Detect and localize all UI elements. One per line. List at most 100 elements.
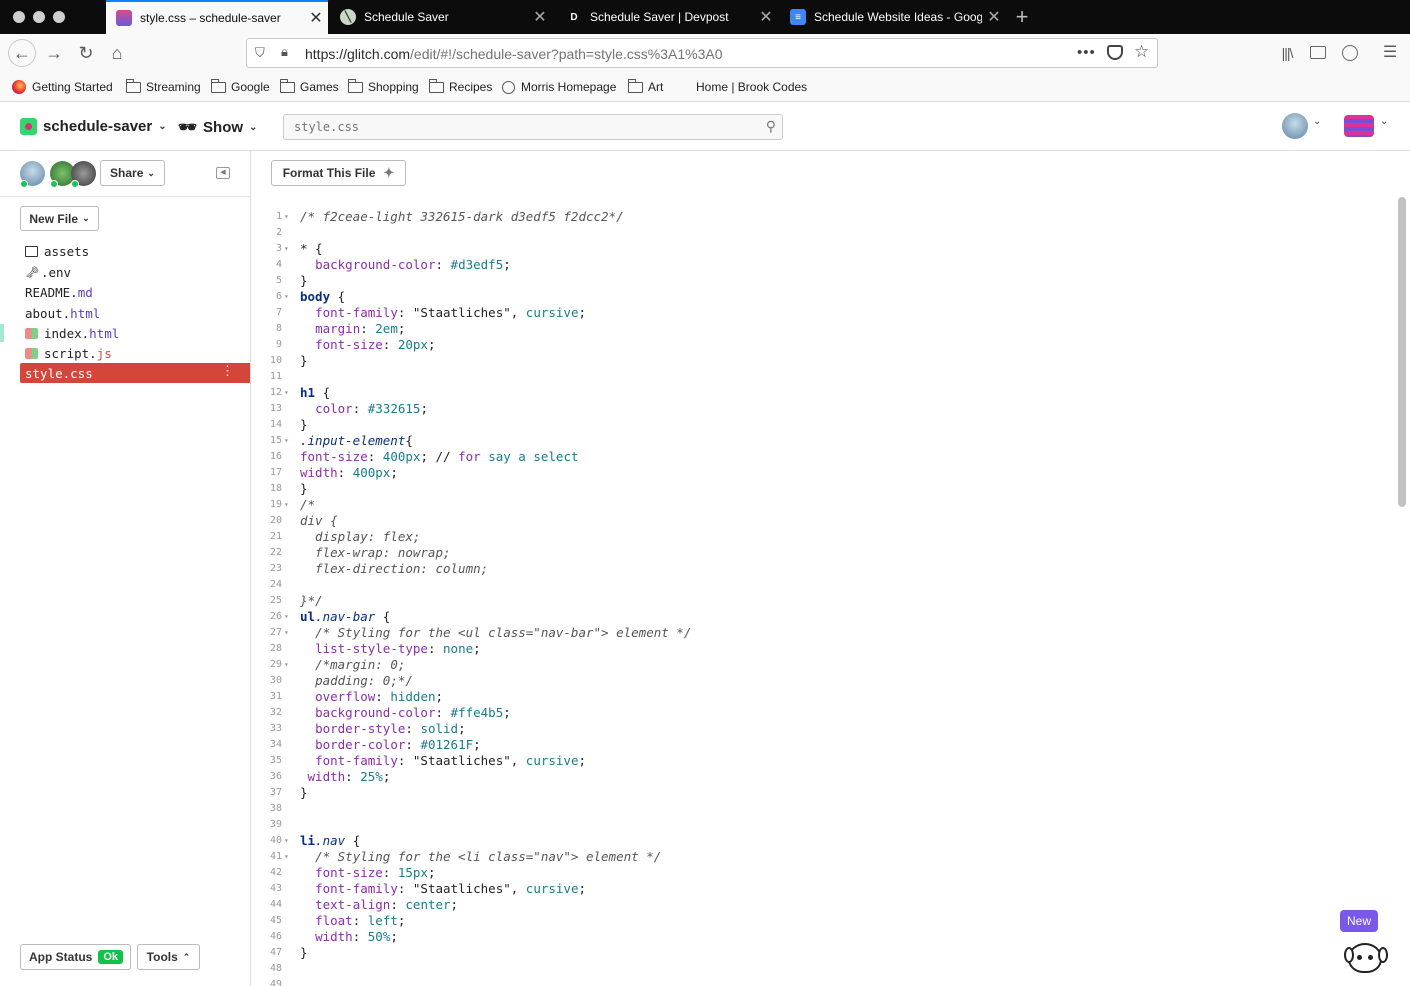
bookmark-shopping[interactable]: Shopping (348, 78, 419, 94)
bookmark-streaming[interactable]: Streaming (126, 78, 201, 94)
code-line[interactable]: 32 background-color: #ffe4b5; (251, 705, 1391, 721)
show-button[interactable]: 🕶︎ Show ⌄ (178, 118, 257, 137)
reload-icon[interactable]: ↻ (74, 41, 98, 65)
project-menu-button[interactable]: schedule-saver ⌄ (20, 118, 167, 135)
close-tab-icon[interactable]: ✕ (982, 7, 1006, 27)
code-line[interactable]: 2 (251, 225, 1391, 241)
code-line[interactable]: 7 font-family: "Staatliches", cursive; (251, 305, 1391, 321)
file-search-box[interactable]: ⚲ (283, 114, 783, 140)
code-line[interactable]: 26 ▾ ul.nav-bar { (251, 609, 1391, 625)
code-line[interactable]: 33 border-style: solid; (251, 721, 1391, 737)
bookmark-google[interactable]: Google (211, 78, 270, 94)
code-line[interactable]: 12 ▾ h1 { (251, 385, 1391, 401)
code-line[interactable]: 14} (251, 417, 1391, 433)
new-tab-plus-icon[interactable]: + (1010, 4, 1034, 30)
code-line[interactable]: 34 border-color: #01261F; (251, 737, 1391, 753)
code-line[interactable]: 15 ▾ .input-element{ (251, 433, 1391, 449)
sidebar-toggle-icon[interactable] (1310, 46, 1326, 59)
code-line[interactable]: 48 (251, 961, 1391, 977)
code-line[interactable]: 21 display: flex; (251, 529, 1391, 545)
code-line[interactable]: 40 ▾ li.nav { (251, 833, 1391, 849)
collapse-sidebar-icon[interactable]: ◀ (216, 167, 230, 179)
glitch-mascot-icon[interactable] (1340, 939, 1390, 986)
code-line[interactable]: 20 div { (251, 513, 1391, 529)
code-editor[interactable]: Format This File ✦ 1 ▾/* f2ceae-light 332… (251, 151, 1410, 986)
hamburger-menu-icon[interactable]: ☰ (1378, 41, 1402, 65)
code-line[interactable]: 37} (251, 785, 1391, 801)
file-options-icon[interactable]: ⋮ (221, 364, 234, 379)
fold-toggle-icon[interactable]: ▾ (284, 657, 289, 673)
code-line[interactable]: 9 font-size: 20px; (251, 337, 1391, 353)
code-line[interactable]: 24 (251, 577, 1391, 593)
bookmark-games[interactable]: Games (280, 78, 339, 94)
close-window-button[interactable] (13, 11, 25, 23)
code-line[interactable]: 27 ▾ /* Styling for the <ul class="nav-ba… (251, 625, 1391, 641)
code-line[interactable]: 8 margin: 2em; (251, 321, 1391, 337)
code-line[interactable]: 22 flex-wrap: nowrap; (251, 545, 1391, 561)
code-lines[interactable]: 1 ▾/* f2ceae-light 332615-dark d3edf5 f2d… (251, 209, 1391, 986)
app-status-button[interactable]: App Status Ok (20, 944, 131, 970)
code-line[interactable]: 3 ▾ * { (251, 241, 1391, 257)
account-icon[interactable] (1342, 45, 1358, 61)
bookmark-art[interactable]: Art (628, 78, 663, 94)
fold-toggle-icon[interactable]: ▾ (284, 849, 289, 865)
file-item-env[interactable]: 🗝︎ .env (20, 262, 250, 282)
share-button[interactable]: Share ⌄ (100, 160, 165, 186)
browser-tab-devpost[interactable]: D Schedule Saver | Devpost ✕ (556, 0, 778, 34)
file-item-readme[interactable]: README. md (20, 282, 250, 302)
minimize-window-button[interactable] (33, 11, 45, 23)
editor-scrollbar[interactable] (1398, 197, 1406, 507)
glitch-logo-icon[interactable] (1344, 115, 1374, 137)
file-item-style-css[interactable]: style.css ⋮ (20, 363, 250, 383)
tools-button[interactable]: Tools ⌃ (137, 944, 200, 970)
maximize-window-button[interactable] (53, 11, 65, 23)
code-line[interactable]: 6 ▾ body { (251, 289, 1391, 305)
user-avatar[interactable] (1282, 113, 1308, 139)
bookmark-home-brook-codes[interactable]: Home | Brook Codes (696, 80, 807, 94)
chevron-down-icon[interactable]: ⌄ (1313, 116, 1321, 127)
code-line[interactable]: 19 ▾ /* (251, 497, 1391, 513)
library-icon[interactable]: |||\ (1275, 41, 1299, 65)
code-line[interactable]: 16 font-size: 400px; // for say a select (251, 449, 1391, 465)
code-line[interactable]: 44 text-align: center; (251, 897, 1391, 913)
shield-icon[interactable]: ⛉ (255, 45, 265, 61)
fold-toggle-icon[interactable]: ▾ (284, 241, 289, 257)
code-line[interactable]: 10} (251, 353, 1391, 369)
format-file-button[interactable]: Format This File ✦ (271, 160, 406, 186)
code-line[interactable]: 38 (251, 801, 1391, 817)
code-line[interactable]: 29 ▾ /*margin: 0; (251, 657, 1391, 673)
fold-toggle-icon[interactable]: ▾ (284, 209, 289, 225)
lock-icon[interactable]: 🔒︎ (281, 44, 288, 60)
chevron-down-icon[interactable]: ⌄ (1380, 116, 1388, 127)
bookmark-morris-homepage[interactable]: Morris Homepage (502, 80, 616, 94)
page-actions-icon[interactable]: ••• (1077, 44, 1096, 61)
url-text[interactable]: https://glitch.com/edit/#!/schedule-save… (305, 46, 723, 62)
code-line[interactable]: 43 font-family: "Staatliches", cursive; (251, 881, 1391, 897)
fold-toggle-icon[interactable]: ▾ (284, 497, 289, 513)
close-tab-icon[interactable]: ✕ (304, 8, 328, 28)
new-file-button[interactable]: New File ⌄ (20, 206, 99, 231)
code-line[interactable]: 1 ▾ /* f2ceae-light 332615-dark d3edf5 f2d… (251, 209, 1391, 225)
code-line[interactable]: 5} (251, 273, 1391, 289)
close-tab-icon[interactable]: ✕ (754, 7, 778, 27)
code-line[interactable]: 30 padding: 0;*/ (251, 673, 1391, 689)
fold-toggle-icon[interactable]: ▾ (284, 289, 289, 305)
code-line[interactable]: 18} (251, 481, 1391, 497)
code-line[interactable]: 41 ▾ /* Styling for the <li class="nav"> … (251, 849, 1391, 865)
fold-toggle-icon[interactable]: ▾ (284, 385, 289, 401)
code-line[interactable]: 45 float: left; (251, 913, 1391, 929)
code-line[interactable]: 39 (251, 817, 1391, 833)
code-line[interactable]: 17 width: 400px; (251, 465, 1391, 481)
code-line[interactable]: 23 flex-direction: column; (251, 561, 1391, 577)
fold-toggle-icon[interactable]: ▾ (284, 609, 289, 625)
fold-toggle-icon[interactable]: ▾ (284, 433, 289, 449)
back-arrow-icon[interactable]: ← (8, 39, 36, 67)
url-bar[interactable]: ⛉ 🔒︎ https://glitch.com/edit/#!/schedule… (246, 38, 1158, 68)
fold-toggle-icon[interactable]: ▾ (284, 833, 289, 849)
code-line[interactable]: 4 background-color: #d3edf5; (251, 257, 1391, 273)
code-line[interactable]: 36 width: 25%; (251, 769, 1391, 785)
bookmark-getting-started[interactable]: Getting Started (12, 80, 113, 94)
code-line[interactable]: 42 font-size: 15px; (251, 865, 1391, 881)
browser-tab-google-doc[interactable]: ≡ Schedule Website Ideas - Goog ✕ (780, 0, 1006, 34)
file-item-index-html[interactable]: index. html (20, 323, 250, 343)
